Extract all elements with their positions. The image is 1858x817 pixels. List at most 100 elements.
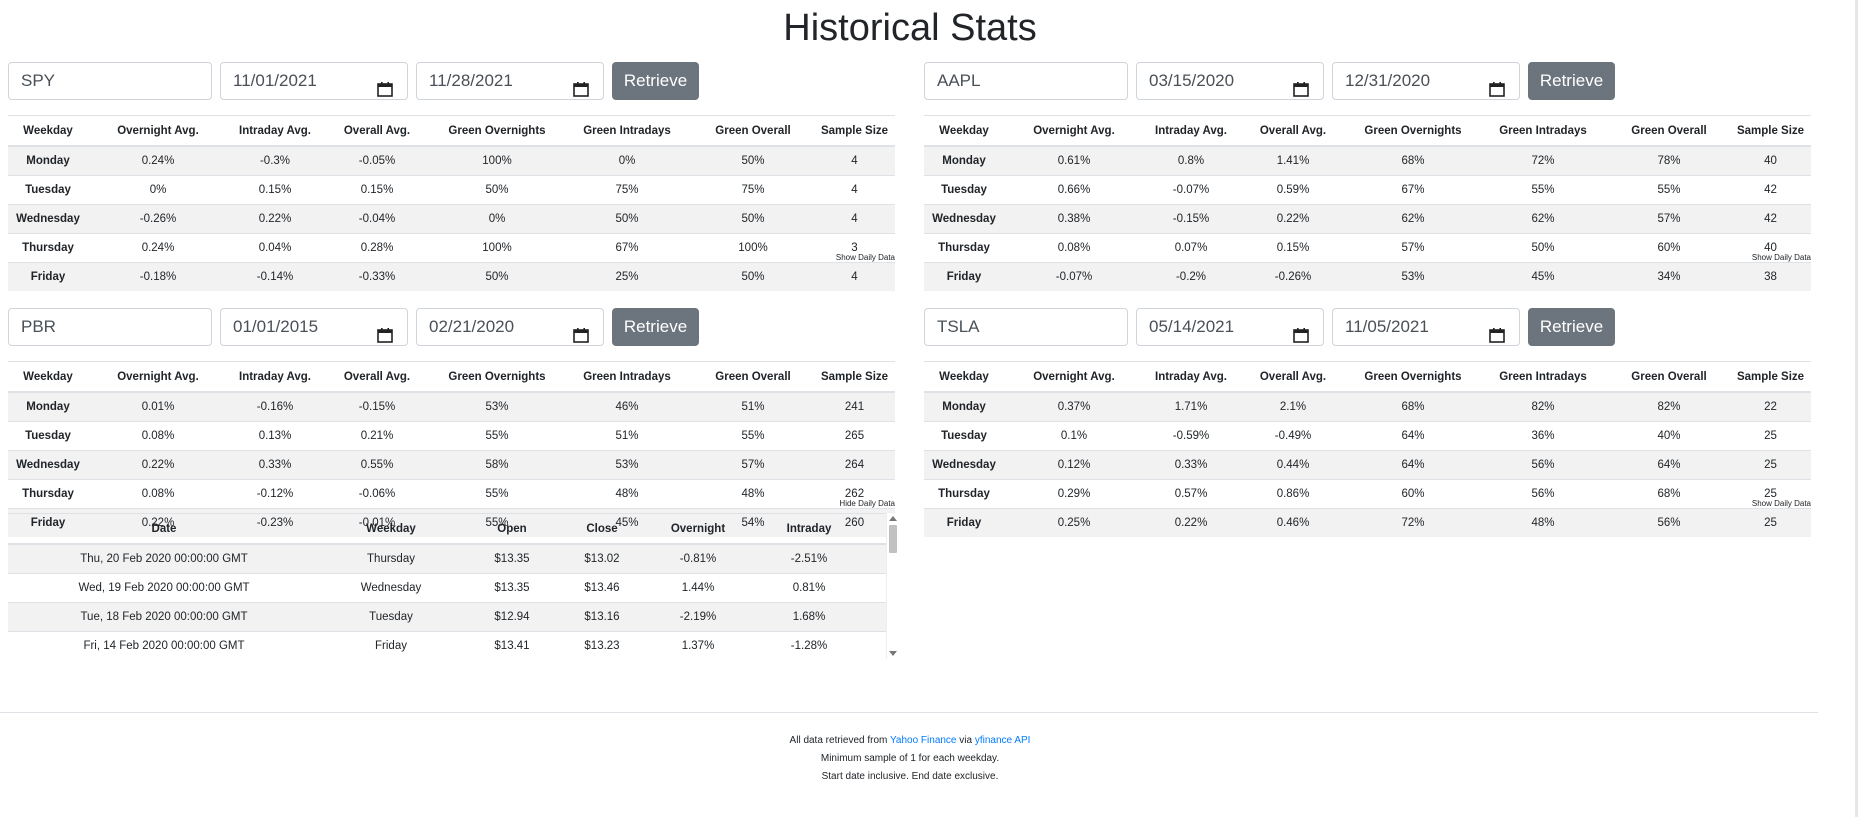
column-header: Green Intradays <box>562 361 692 393</box>
table-cell: Wed, 19 Feb 2020 00:00:00 GMT <box>8 573 320 603</box>
table-cell: $13.02 <box>562 543 642 574</box>
table-cell: Friday <box>320 631 462 659</box>
retrieve-button[interactable]: Retrieve <box>1528 62 1615 100</box>
table-header-row: Weekday Overnight Avg. Intraday Avg. Overal… <box>8 361 895 393</box>
table-row: Friday -0.07% -0.2% -0.26% 53% 45% 34% 38 <box>924 262 1811 291</box>
table-cell: -0.06% <box>322 479 432 509</box>
table-cell: -0.05% <box>322 145 432 176</box>
table-row: Monday 0.61% 0.8% 1.41% 68% 72% 78% 40 <box>924 145 1811 176</box>
table-row: Monday 0.24% -0.3% -0.05% 100% 0% 50% 4 <box>8 145 895 176</box>
table-cell: 72% <box>1348 508 1478 537</box>
table-cell: $13.41 <box>462 631 562 659</box>
table-cell: 40% <box>1608 421 1730 451</box>
table-cell: 22 <box>1730 391 1811 422</box>
start-date-input[interactable]: 01/01/2015 <box>220 308 408 346</box>
table-cell: 25% <box>562 262 692 291</box>
column-header: Overnight Avg. <box>1004 361 1144 393</box>
calendar-icon[interactable] <box>573 320 589 343</box>
column-header: Weekday <box>924 361 1004 393</box>
ticker-input[interactable]: PBR <box>8 308 212 346</box>
column-header: Overall Avg. <box>1238 361 1348 393</box>
table-cell: Friday <box>924 262 1004 291</box>
calendar-icon[interactable] <box>1489 74 1505 97</box>
toggle-daily-data-link[interactable]: Hide Daily Data <box>839 499 895 508</box>
table-cell: 68% <box>1348 391 1478 422</box>
table-cell: 53% <box>432 391 562 422</box>
table-cell: 56% <box>1478 450 1608 480</box>
table-cell: 82% <box>1608 391 1730 422</box>
table-cell: -0.49% <box>1238 421 1348 451</box>
toggle-daily-data-link[interactable]: Show Daily Data <box>1752 499 1811 508</box>
toggle-daily-data-link[interactable]: Show Daily Data <box>1752 253 1811 262</box>
table-cell: 68% <box>1608 479 1730 509</box>
calendar-icon[interactable] <box>377 74 393 97</box>
table-cell: 64% <box>1348 450 1478 480</box>
column-header: Overall Avg. <box>1238 115 1348 147</box>
table-cell: 0.22% <box>88 450 228 480</box>
table-cell: Monday <box>8 145 88 176</box>
column-header: Green Intradays <box>1478 361 1608 393</box>
column-header: Intraday Avg. <box>1144 361 1238 393</box>
toggle-daily-data-link[interactable]: Show Daily Data <box>836 253 895 262</box>
table-cell: 100% <box>432 233 562 263</box>
scroll-thumb[interactable] <box>889 525 897 553</box>
table-cell: 1.37% <box>642 631 754 659</box>
table-cell: Friday <box>8 262 88 291</box>
start-date-input[interactable]: 11/01/2021 <box>220 62 408 100</box>
end-date-input[interactable]: 02/21/2020 <box>416 308 604 346</box>
start-date-input[interactable]: 05/14/2021 <box>1136 308 1324 346</box>
table-cell: 0.86% <box>1238 479 1348 509</box>
table-cell: 25 <box>1730 508 1811 537</box>
table-row: Thursday 0.29% 0.57% 0.86% 60% 56% 68% 25 <box>924 479 1811 509</box>
table-cell: -0.26% <box>1238 262 1348 291</box>
table-cell: 0.12% <box>1004 450 1144 480</box>
table-cell: 1.44% <box>642 573 754 603</box>
start-date-input[interactable]: 03/15/2020 <box>1136 62 1324 100</box>
table-cell: 0.81% <box>754 573 864 603</box>
calendar-icon[interactable] <box>1489 320 1505 343</box>
column-header: Date <box>8 513 320 545</box>
daily-data-table: DateWeekdayOpenCloseOvernightIntradayOve… <box>8 513 900 659</box>
table-cell: 48% <box>562 479 692 509</box>
yahoo-finance-link[interactable]: Yahoo Finance <box>890 735 957 746</box>
retrieve-button[interactable]: Retrieve <box>612 308 699 346</box>
table-cell: 62% <box>1478 204 1608 234</box>
end-date-input[interactable]: 11/28/2021 <box>416 62 604 100</box>
table-cell: -0.14% <box>228 262 322 291</box>
column-header: Green Overnights <box>432 361 562 393</box>
column-header: Green Intradays <box>562 115 692 147</box>
calendar-icon[interactable] <box>1293 320 1309 343</box>
column-header: Green Overnights <box>1348 361 1478 393</box>
table-cell: -2.19% <box>642 602 754 632</box>
daily-table-scrollbar[interactable] <box>886 513 900 659</box>
calendar-icon[interactable] <box>573 74 589 97</box>
retrieve-button[interactable]: Retrieve <box>1528 308 1615 346</box>
table-cell: 51% <box>562 421 692 451</box>
table-cell: 0.29% <box>1004 479 1144 509</box>
table-cell: 1.71% <box>1144 391 1238 422</box>
table-cell: 25 <box>1730 450 1811 480</box>
ticker-input[interactable]: SPY <box>8 62 212 100</box>
table-row: Tuesday 0.1% -0.59% -0.49% 64% 36% 40% 25 <box>924 421 1811 451</box>
scroll-down-arrow-icon[interactable] <box>889 651 897 656</box>
retrieve-button[interactable]: Retrieve <box>612 62 699 100</box>
calendar-icon[interactable] <box>1293 74 1309 97</box>
calendar-icon[interactable] <box>377 320 393 343</box>
footer: All data retrieved from Yahoo Finance vi… <box>0 732 1820 786</box>
table-cell: 67% <box>562 233 692 263</box>
table-cell: 0.08% <box>1004 233 1144 263</box>
end-date-input[interactable]: 12/31/2020 <box>1332 62 1520 100</box>
ticker-input[interactable]: TSLA <box>924 308 1128 346</box>
ticker-input[interactable]: AAPL <box>924 62 1128 100</box>
end-date-input[interactable]: 11/05/2021 <box>1332 308 1520 346</box>
yfinance-api-link[interactable]: yfinance API <box>975 735 1031 746</box>
table-header-row: Weekday Overnight Avg. Intraday Avg. Overal… <box>8 115 895 147</box>
table-cell: 36% <box>1478 421 1608 451</box>
table-cell: 0.04% <box>228 233 322 263</box>
table-cell: 46% <box>562 391 692 422</box>
table-cell: $13.35 <box>462 543 562 574</box>
daily-data-table-container[interactable]: DateWeekdayOpenCloseOvernightIntradayOve… <box>8 513 900 659</box>
table-cell: 50% <box>1478 233 1608 263</box>
scroll-up-arrow-icon[interactable] <box>889 516 897 521</box>
table-cell: 4 <box>814 175 895 205</box>
